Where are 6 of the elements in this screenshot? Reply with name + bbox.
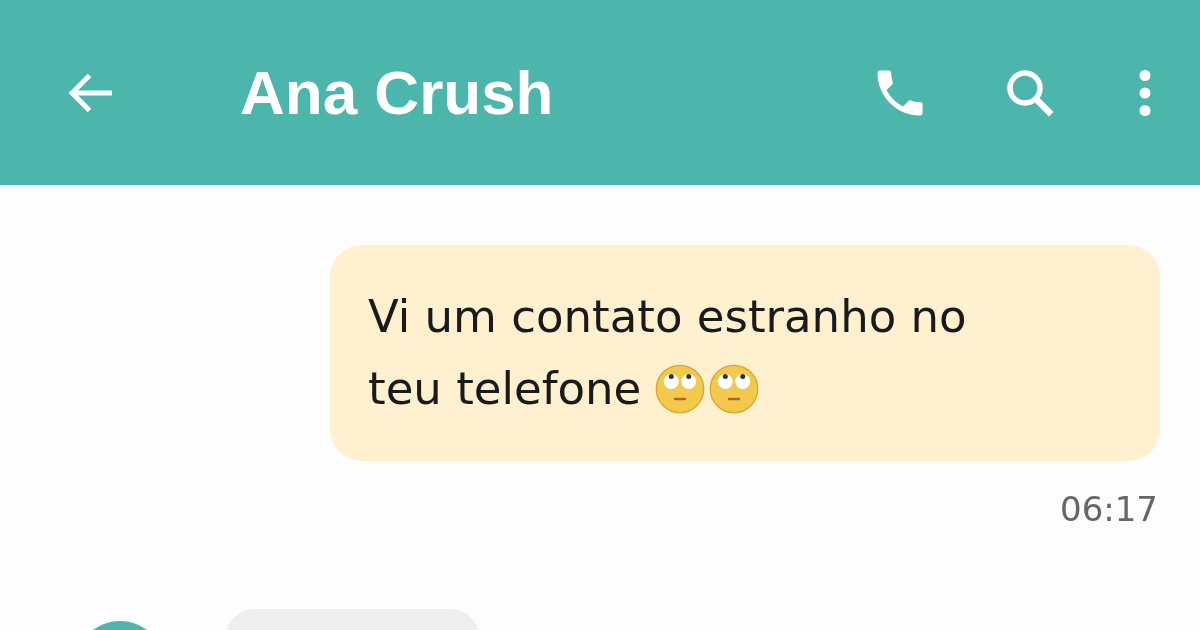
message-time: 06:17 [1060,489,1158,529]
message-text: teu telefone [368,361,642,417]
eye-roll-emoji-icon [655,364,706,414]
message-text: Vi um contato estranho no [368,289,967,345]
contact-name: Ana Crush [240,57,555,128]
eye-roll-emoji-icon [709,364,760,414]
